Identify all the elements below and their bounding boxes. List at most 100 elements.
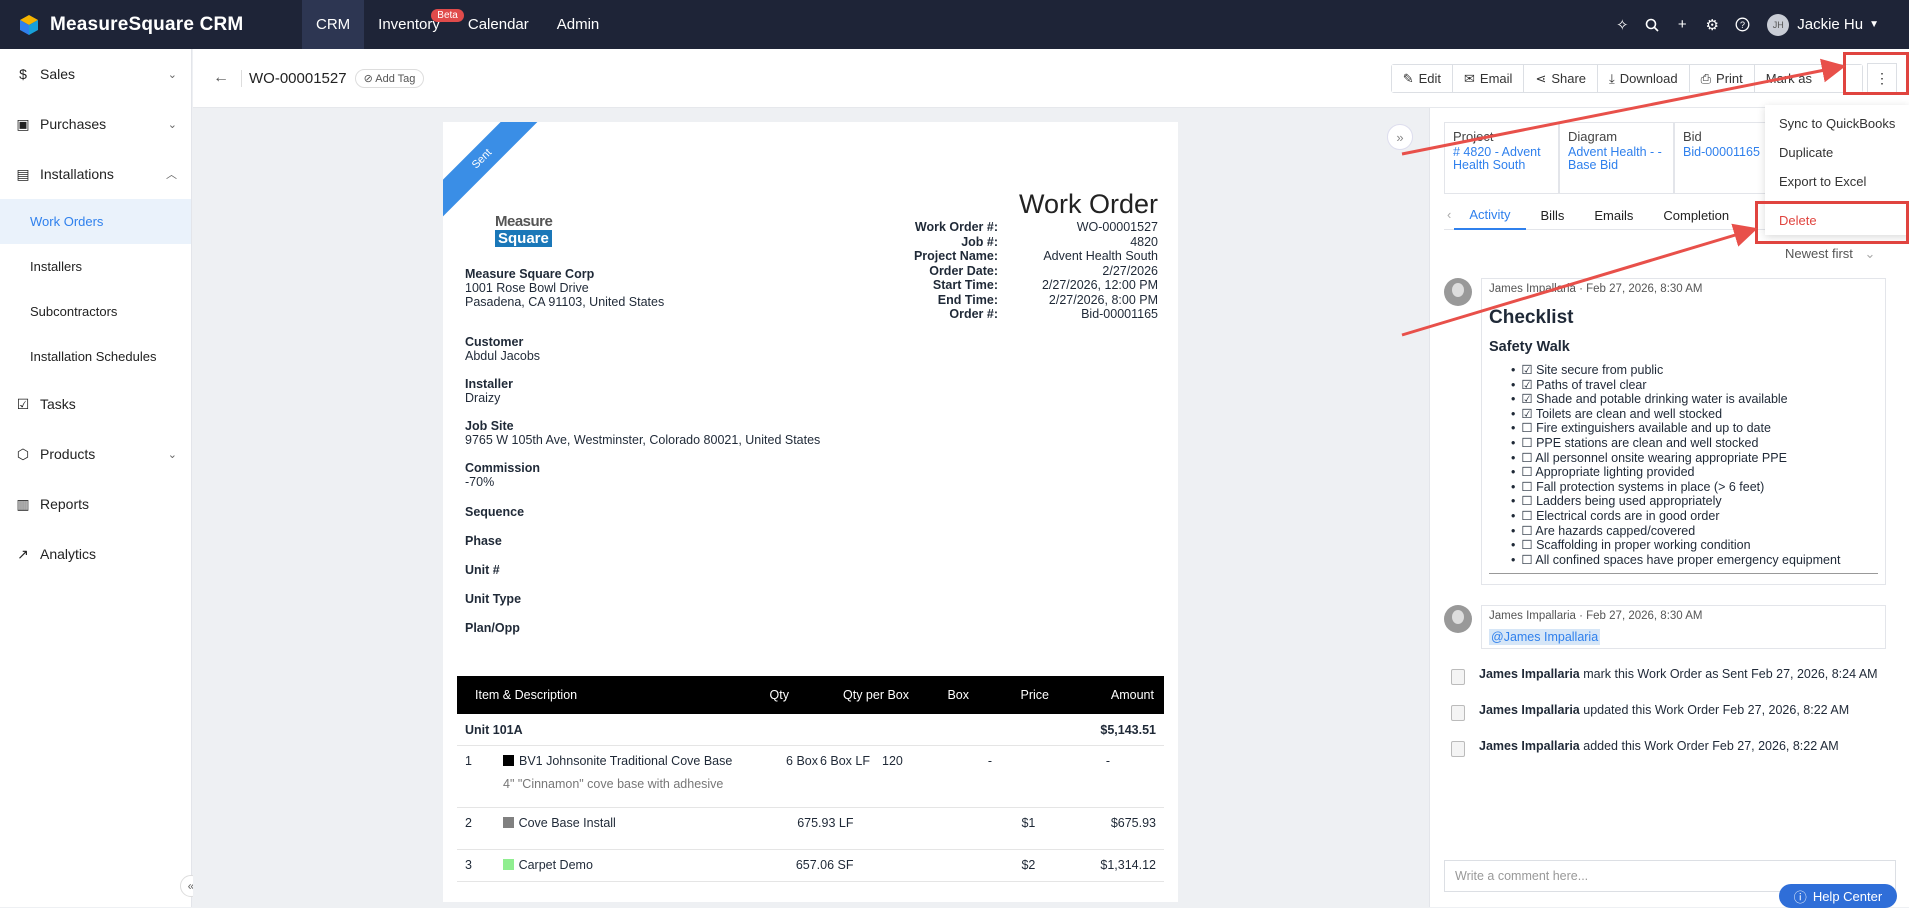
edit-button[interactable]: ✎ Edit — [1391, 65, 1454, 92]
work-order-document: Sent Measure Square Measure Square Corp … — [443, 122, 1178, 902]
header-box: Box — [947, 688, 969, 702]
tab-activity[interactable]: Activity — [1454, 200, 1526, 230]
sparkle-icon[interactable]: ✧ — [1607, 0, 1637, 49]
field-label: Unit Type — [465, 592, 522, 606]
nav-crm[interactable]: CRM — [302, 0, 365, 49]
field-value: Draizy — [465, 391, 501, 405]
checklist-item: ☑ Shade and potable drinking water is av… — [1511, 392, 1878, 407]
nav-admin[interactable]: Admin — [543, 0, 614, 49]
activity-log-item: James Impallaria mark this Work Order as… — [1444, 667, 1896, 686]
diagram-link[interactable]: Advent Health - - Base Bid — [1568, 146, 1665, 172]
log-text: updated this Work Order Feb 27, 2026, 8:… — [1579, 703, 1850, 718]
project-link[interactable]: # 4820 - Advent Health South — [1453, 146, 1550, 172]
share-label: Share — [1551, 71, 1587, 86]
app-logo[interactable]: MeasureSquare CRM — [0, 14, 302, 36]
bid-link[interactable]: Bid-00001165 — [1683, 146, 1766, 159]
sidebar-item-installation-schedules[interactable]: Installation Schedules — [0, 334, 191, 379]
main-nav: CRM Inventory Beta Calendar Admin — [302, 0, 613, 49]
menu-item-duplicate[interactable]: Duplicate — [1765, 138, 1909, 167]
field-value: 9765 W 105th Ave, Westminster, Colorado … — [465, 433, 821, 447]
sent-ribbon: Sent — [443, 122, 545, 222]
activity-log-item: James Impallaria updated this Work Order… — [1444, 703, 1896, 722]
sidebar-item-installations[interactable]: ▤ Installations ︿ — [0, 149, 191, 199]
activity-note: James Impallaria · Feb 27, 2026, 8:30 AM… — [1444, 605, 1896, 650]
bid-card[interactable]: Bid Bid-00001165 — [1674, 122, 1774, 194]
tab-emails[interactable]: Emails — [1579, 200, 1648, 230]
log-user: James Impallaria — [1479, 739, 1580, 754]
back-arrow-icon[interactable]: ← — [213, 69, 235, 87]
help-icon[interactable]: ? — [1727, 0, 1757, 49]
project-card[interactable]: Project # 4820 - Advent Health South — [1444, 122, 1559, 194]
download-button[interactable]: ⤓ Download — [1598, 65, 1690, 92]
tab-bills[interactable]: Bills — [1526, 200, 1580, 230]
sidebar-item-analytics[interactable]: ↗ Analytics — [0, 529, 191, 579]
log-user: James Impallaria — [1479, 667, 1580, 682]
menu-item-sync-quickbooks[interactable]: Sync to QuickBooks — [1765, 109, 1909, 138]
nav-inventory[interactable]: Inventory Beta — [364, 0, 464, 49]
meta-value: Advent Health South — [1043, 249, 1158, 263]
tab-completion[interactable]: Completion — [1648, 200, 1744, 230]
add-tag-button[interactable]: ⊘ Add Tag — [354, 68, 425, 88]
print-label: Print — [1716, 71, 1743, 86]
meta-value: WO-00001527 — [1076, 220, 1158, 234]
row-qty: 6 Box — [786, 754, 818, 768]
sidebar-item-label: Installations — [40, 166, 114, 182]
download-icon: ⤓ — [1609, 70, 1615, 86]
activity-note: James Impallaria · Feb 27, 2026, 8:30 AM… — [1444, 278, 1896, 586]
checklist-item: ☐ Electrical cords are in good order — [1511, 509, 1878, 524]
chevron-down-icon: ⌄ — [1864, 246, 1876, 261]
nav-calendar[interactable]: Calendar — [454, 0, 543, 49]
chevron-left-icon[interactable]: ‹ — [1444, 200, 1454, 229]
logo-icon — [20, 14, 38, 35]
field-label: Customer — [465, 335, 524, 349]
expand-panel-button[interactable]: » — [1387, 124, 1413, 150]
search-icon[interactable] — [1637, 0, 1667, 49]
menu-item-export-excel[interactable]: Export to Excel — [1765, 167, 1909, 196]
meta-label: Order Date: — [929, 263, 998, 278]
help-icon: ⓘ — [1793, 889, 1807, 905]
unit-name: Unit 101A — [465, 722, 523, 737]
annotation-box-more — [1843, 52, 1909, 95]
gear-icon[interactable]: ⚙ — [1697, 0, 1727, 49]
diagram-card[interactable]: Diagram Advent Health - - Base Bid — [1559, 122, 1674, 194]
meta-value: 2/27/2026, 8:00 PM — [1048, 292, 1158, 307]
print-button[interactable]: ⎙ Print — [1689, 65, 1755, 92]
top-right-tools: ✧ + ⚙ ? JH Jackie Hu ▼ — [1607, 0, 1909, 49]
user-mention[interactable]: @James Impallaria — [1489, 629, 1601, 646]
app-title: MeasureSquare CRM — [50, 13, 244, 35]
share-button[interactable]: ⋖ Share — [1524, 65, 1599, 92]
company-logo: Measure Square — [495, 214, 565, 247]
meta-label: End Time: — [937, 292, 998, 307]
table-header: Item & Description Qty Qty per Box Box P… — [457, 676, 1164, 714]
checklist-item: ☐ All personnel onsite wearing appropria… — [1511, 451, 1878, 466]
email-button[interactable]: ✉ Email — [1453, 65, 1525, 92]
sidebar-item-subcontractors[interactable]: Subcontractors — [0, 289, 191, 334]
note-bubble: James Impallaria · Feb 27, 2026, 8:30 AM… — [1481, 605, 1886, 650]
user-menu[interactable]: JH Jackie Hu ▼ — [1767, 13, 1879, 36]
mark-as-label: Mark as — [1765, 71, 1812, 86]
checklist-item: ☑ Paths of travel clear — [1511, 378, 1878, 393]
sidebar-item-products[interactable]: ⬡ Products ⌄ — [0, 429, 191, 479]
log-text: mark this Work Order as Sent Feb 27, 202… — [1579, 667, 1878, 682]
sidebar-item-installers[interactable]: Installers — [0, 244, 191, 289]
header-qty-per-box: Qty per Box — [843, 688, 909, 702]
sidebar-item-purchases[interactable]: ▣ Purchases ⌄ — [0, 99, 191, 149]
work-order-fields: Customer Abdul Jacobs Installer Draizy Job… — [465, 335, 820, 650]
company-address: Measure Square Corp 1001 Rose Bowl Drive… — [465, 267, 664, 309]
row-description: Cove Base Install — [502, 816, 745, 831]
checklist-subtitle: Safety Walk — [1489, 339, 1570, 355]
plus-icon[interactable]: + — [1667, 0, 1697, 49]
top-bar: MeasureSquare CRM CRM Inventory Beta Cale… — [0, 0, 1909, 49]
meta-label: Order #: — [949, 307, 998, 321]
sidebar-item-label: Reports — [40, 496, 90, 512]
sidebar-item-work-orders[interactable]: Work Orders — [0, 199, 191, 244]
sidebar-item-tasks[interactable]: ☑ Tasks — [0, 379, 191, 429]
avatar — [1444, 605, 1472, 634]
sidebar-item-sales[interactable]: $ Sales ⌄ — [0, 49, 191, 99]
sort-select[interactable]: Newest first ⌄ — [1785, 246, 1875, 262]
document-preview-area: Sent Measure Square Measure Square Corp … — [193, 108, 1429, 907]
annotation-box-delete — [1755, 201, 1909, 244]
help-center-button[interactable]: ⓘ Help Center — [1779, 884, 1897, 908]
sidebar-item-reports[interactable]: ▥ Reports — [0, 479, 191, 529]
document-icon — [1451, 669, 1465, 686]
